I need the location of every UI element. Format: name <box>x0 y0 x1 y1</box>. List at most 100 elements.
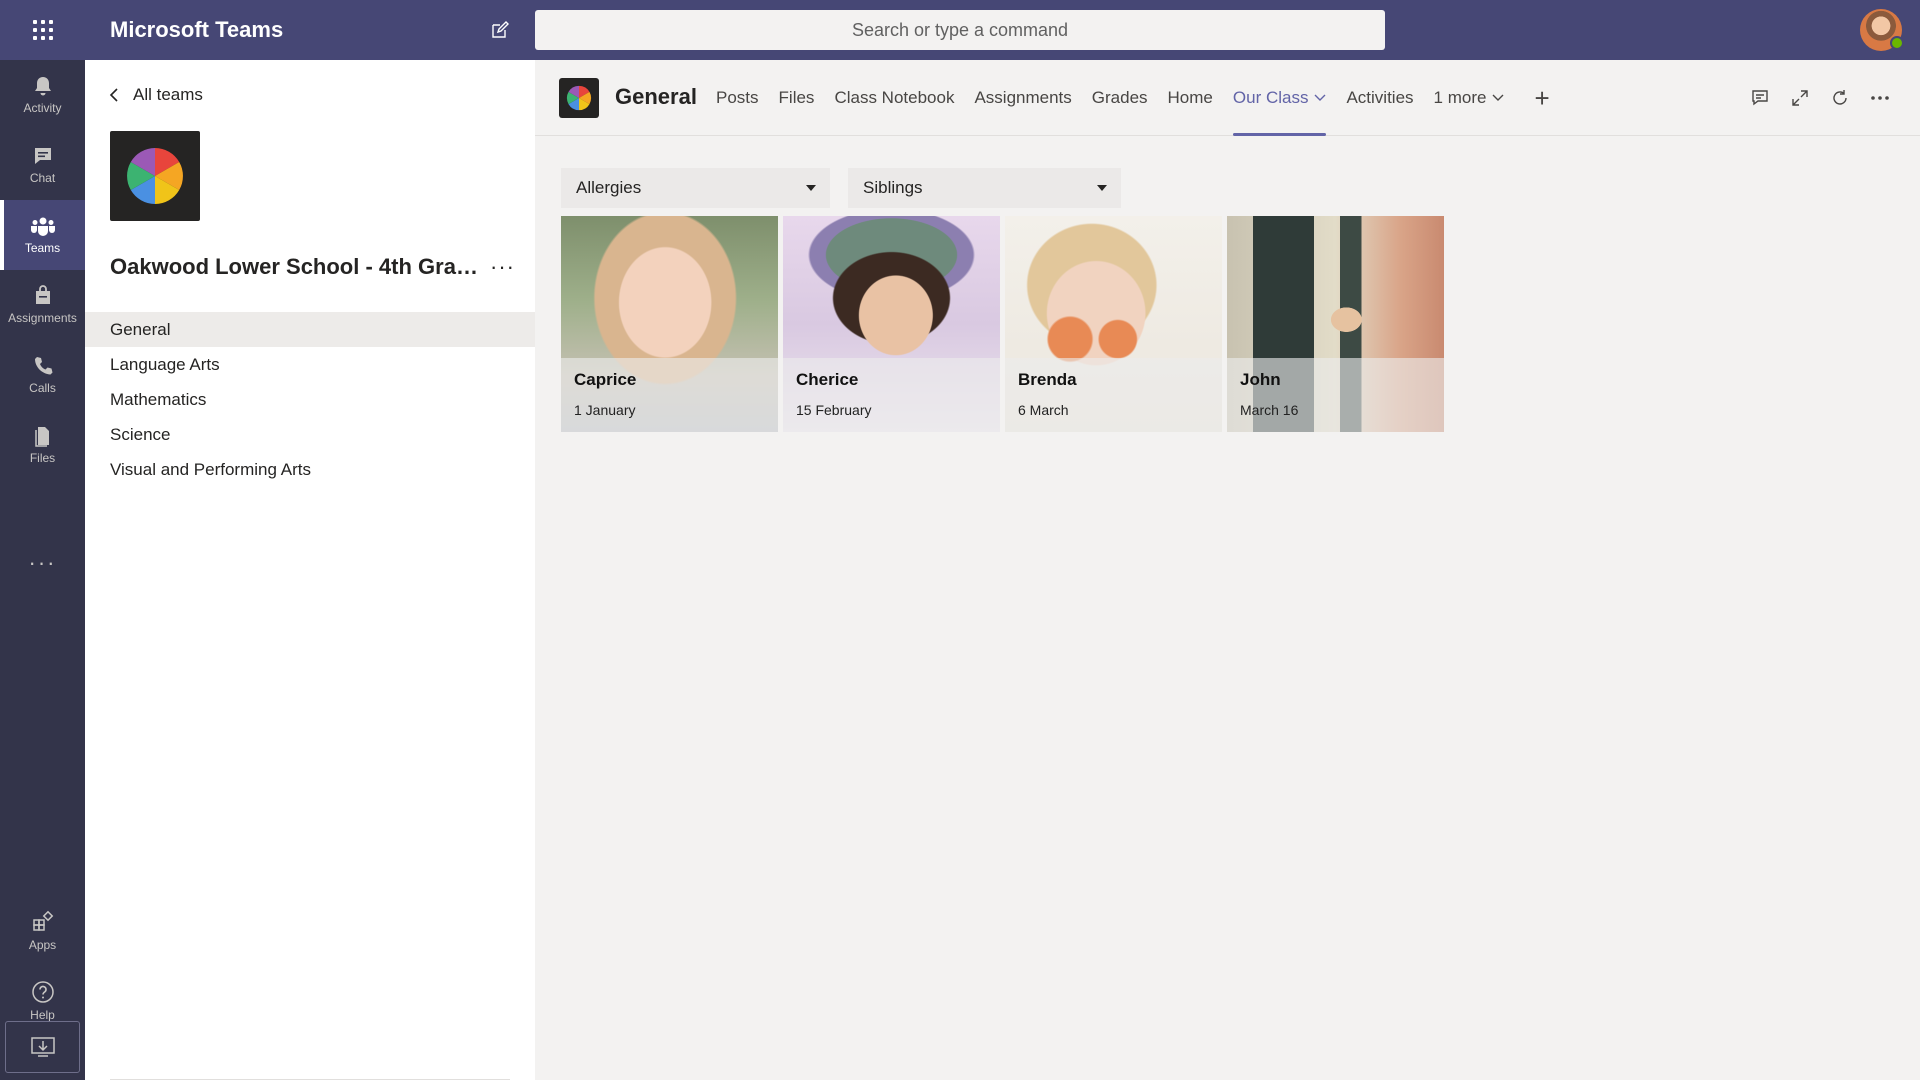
chat-icon <box>34 148 51 164</box>
app-rail: Activity Chat Teams Assignments Calls Fi… <box>0 60 85 1080</box>
chevron-left-icon <box>109 88 118 102</box>
card-caption: John March 16 <box>1227 358 1444 432</box>
tab-label: Grades <box>1091 88 1148 107</box>
rail-item-chat[interactable]: Chat <box>0 130 85 200</box>
channel-item-language-arts[interactable]: Language Arts <box>85 347 535 382</box>
channel-icon <box>559 78 599 118</box>
rail-item-label: Help <box>30 1008 55 1022</box>
color-wheel-icon <box>127 148 183 204</box>
card-caption: Cherice 15 February <box>783 358 1000 432</box>
tab-label: Class Notebook <box>834 88 955 107</box>
conversation-icon <box>1752 90 1768 106</box>
reload-button[interactable] <box>1820 78 1860 118</box>
channel-item-science[interactable]: Science <box>85 417 535 452</box>
rail-item-teams[interactable]: Teams <box>0 200 85 270</box>
search-input[interactable]: Search or type a command <box>535 10 1385 50</box>
tab-posts[interactable]: Posts <box>716 60 759 136</box>
student-name: Brenda <box>1018 370 1077 389</box>
student-birthday: March 16 <box>1240 402 1299 418</box>
phone-icon <box>34 357 52 375</box>
rail-item-label: Chat <box>29 171 56 185</box>
rail-item-activity[interactable]: Activity <box>0 60 85 130</box>
conversation-button[interactable] <box>1740 78 1780 118</box>
all-teams-label: All teams <box>133 85 203 104</box>
student-card[interactable]: Cherice 15 February <box>783 216 1000 432</box>
siblings-dropdown[interactable]: Siblings <box>848 168 1121 208</box>
more-icon <box>1871 96 1889 100</box>
more-options-button[interactable] <box>1860 78 1900 118</box>
tab-assignments[interactable]: Assignments <box>974 60 1071 136</box>
apps-icon <box>32 910 53 931</box>
waffle-icon <box>32 20 53 40</box>
rail-item-label: Teams <box>24 241 61 255</box>
student-birthday: 15 February <box>796 402 872 418</box>
assignments-icon <box>35 285 50 304</box>
rail-item-label: Files <box>29 451 56 465</box>
student-name: Caprice <box>574 370 637 389</box>
student-card[interactable]: John March 16 <box>1227 216 1444 432</box>
channel-item-visual-arts[interactable]: Visual and Performing Arts <box>85 452 535 487</box>
compose-icon <box>492 21 509 38</box>
teams-icon <box>30 217 55 236</box>
main-content: General Posts Files Class Notebook Assig… <box>535 60 1920 1080</box>
channel-list: General Language Arts Mathematics Scienc… <box>85 312 535 487</box>
expand-icon <box>1792 90 1808 106</box>
team-name: Oakwood Lower School - 4th Grade <box>110 254 480 279</box>
new-chat-button[interactable] <box>480 10 520 50</box>
tab-label: Assignments <box>974 88 1072 107</box>
tab-grades[interactable]: Grades <box>1092 60 1148 136</box>
all-teams-link[interactable]: All teams <box>109 85 203 105</box>
color-wheel-icon <box>566 85 592 111</box>
student-card[interactable]: Caprice 1 January <box>561 216 778 432</box>
caret-down-icon <box>1097 185 1107 191</box>
tab-home[interactable]: Home <box>1168 60 1213 136</box>
allergies-dropdown[interactable]: Allergies <box>561 168 830 208</box>
header-actions <box>1740 60 1900 136</box>
channel-item-mathematics[interactable]: Mathematics <box>85 382 535 417</box>
tab-activities[interactable]: Activities <box>1346 60 1413 136</box>
team-more-options-button[interactable]: ··· <box>490 254 515 280</box>
chevron-down-icon <box>1492 94 1504 101</box>
tab-bar: Posts Files Class Notebook Assignments G… <box>716 60 1550 136</box>
rail-item-calls[interactable]: Calls <box>0 340 85 410</box>
card-caption: Brenda 6 March <box>1005 358 1222 432</box>
refresh-icon <box>1833 90 1847 105</box>
rail-item-label: Calls <box>29 381 56 395</box>
tab-class-notebook[interactable]: Class Notebook <box>834 60 954 136</box>
search-placeholder: Search or type a command <box>851 19 1069 40</box>
download-icon <box>30 1037 55 1057</box>
dropdown-label: Siblings <box>863 178 923 197</box>
files-icon <box>34 427 49 447</box>
more-apps-button[interactable]: ··· <box>0 538 85 588</box>
help-icon <box>31 981 54 1003</box>
rail-item-assignments[interactable]: Assignments <box>0 270 85 340</box>
presence-status-icon <box>1890 36 1904 50</box>
tab-label: Files <box>778 88 815 107</box>
app-title: Microsoft Teams <box>110 17 284 42</box>
rail-item-label: Apps <box>28 938 57 952</box>
team-panel: All teams Oakwood Lower School - 4th Gra… <box>85 60 535 1080</box>
dropdown-label: Allergies <box>576 178 642 197</box>
app-launcher-button[interactable] <box>0 0 85 60</box>
student-card-grid: Caprice 1 January Cherice 15 February Br… <box>561 216 1449 432</box>
rail-item-apps[interactable]: Apps <box>0 896 85 966</box>
student-birthday: 1 January <box>574 402 636 418</box>
download-app-button[interactable] <box>5 1021 80 1073</box>
student-name: John <box>1240 370 1281 389</box>
tab-label: Activities <box>1346 88 1414 107</box>
tab-label: Posts <box>716 88 759 107</box>
tab-files[interactable]: Files <box>779 60 815 136</box>
tab-more[interactable]: 1 more <box>1434 60 1505 136</box>
caret-down-icon <box>806 185 816 191</box>
rail-item-files[interactable]: Files <box>0 410 85 480</box>
tab-our-class[interactable]: Our Class <box>1232 60 1327 136</box>
add-tab-button[interactable]: + <box>1534 60 1549 136</box>
expand-button[interactable] <box>1780 78 1820 118</box>
channel-item-general[interactable]: General <box>85 312 535 347</box>
channel-title: General <box>615 84 697 109</box>
team-logo <box>110 131 200 221</box>
rail-item-label: Activity <box>23 101 62 115</box>
student-card[interactable]: Brenda 6 March <box>1005 216 1222 432</box>
student-name: Cherice <box>796 370 859 389</box>
tab-label: Home <box>1167 88 1213 107</box>
